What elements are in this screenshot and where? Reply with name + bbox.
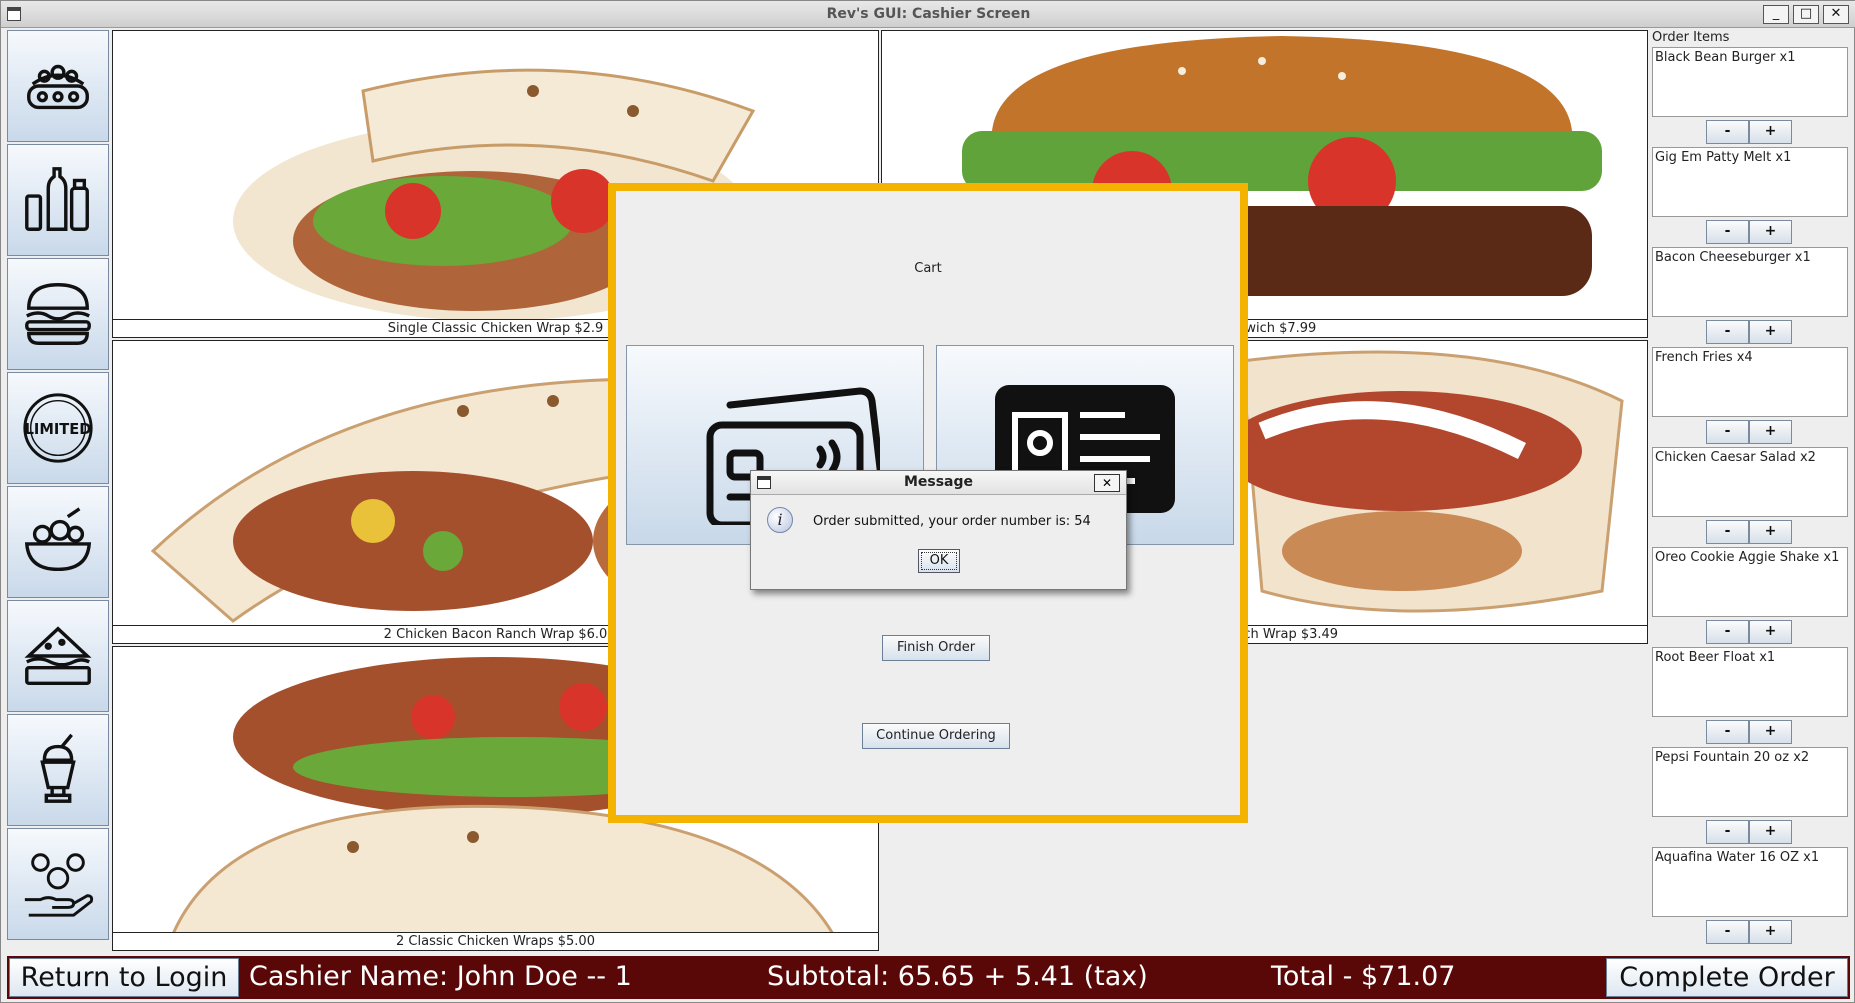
cashier-name: Cashier Name: John Doe -- 1 [249, 961, 632, 992]
limited-icon: LIMITED [23, 393, 93, 463]
message-text: Order submitted, your order number is: 5… [813, 514, 1091, 529]
order-item-name: Gig Em Patty Melt x1 [1655, 150, 1792, 165]
order-item: Root Beer Float x1 [1652, 647, 1848, 717]
decrement-button[interactable]: - [1706, 320, 1749, 344]
quantity-controls: - + [1706, 120, 1793, 144]
order-item-name: Chicken Caesar Salad x2 [1655, 450, 1816, 465]
info-icon: i [767, 507, 793, 533]
order-item-name: Root Beer Float x1 [1655, 650, 1776, 665]
order-item: Gig Em Patty Melt x1 [1652, 147, 1848, 217]
quantity-controls: - + [1706, 720, 1793, 744]
message-title: Message [903, 474, 974, 490]
order-item-name: Aquafina Water 16 OZ x1 [1655, 850, 1820, 865]
shakes-icon [40, 733, 76, 803]
category-limited-button[interactable]: LIMITED [7, 372, 109, 484]
order-item-name: Pepsi Fountain 20 oz x2 [1655, 750, 1810, 765]
maximize-button[interactable]: □ [1793, 5, 1819, 24]
increment-button[interactable]: + [1749, 120, 1792, 144]
cashier-window: Rev's GUI: Cashier Screen _ □ ✕ LIMITED … [0, 0, 1855, 1003]
increment-button[interactable]: + [1749, 220, 1792, 244]
decrement-button[interactable]: - [1706, 820, 1749, 844]
payment-icon [24, 853, 94, 917]
increment-button[interactable]: + [1749, 820, 1792, 844]
quantity-controls: - + [1706, 320, 1793, 344]
order-item-name: Oreo Cookie Aggie Shake x1 [1655, 550, 1840, 565]
message-title-bar: Message ✕ [751, 471, 1126, 495]
category-sidebar: LIMITED [7, 30, 109, 953]
message-dialog: Message ✕ i Order submitted, your order … [750, 470, 1127, 590]
ok-button[interactable]: OK [918, 549, 960, 573]
order-item: Chicken Caesar Salad x2 [1652, 447, 1848, 517]
quantity-controls: - + [1706, 920, 1793, 944]
increment-button[interactable]: + [1749, 420, 1792, 444]
bottom-status-bar: Return to Login Cashier Name: John Doe -… [7, 956, 1850, 999]
title-bar: Rev's GUI: Cashier Screen _ □ ✕ [1, 1, 1855, 28]
category-entrees-button[interactable] [7, 30, 109, 142]
order-item-name: Black Bean Burger x1 [1655, 50, 1796, 65]
category-payment-button[interactable] [7, 828, 109, 940]
quantity-controls: - + [1706, 220, 1793, 244]
quantity-controls: - + [1706, 420, 1793, 444]
continue-ordering-button[interactable]: Continue Ordering [862, 723, 1010, 749]
return-to-login-button[interactable]: Return to Login [9, 958, 239, 997]
drinks-icon [25, 167, 89, 231]
increment-button[interactable]: + [1749, 320, 1792, 344]
increment-button[interactable]: + [1749, 920, 1792, 944]
order-items-header: Order Items [1652, 30, 1730, 45]
menu-tile-caption: 2 Classic Chicken Wraps $5.00 [113, 932, 878, 950]
increment-button[interactable]: + [1749, 520, 1792, 544]
category-salads-button[interactable] [7, 486, 109, 598]
order-item-name: French Fries x4 [1655, 350, 1753, 365]
order-item: Oreo Cookie Aggie Shake x1 [1652, 547, 1848, 617]
decrement-button[interactable]: - [1706, 620, 1749, 644]
total-text: Total - $71.07 [1271, 961, 1456, 992]
category-shakes-button[interactable] [7, 714, 109, 826]
entrees-icon [27, 64, 89, 110]
increment-button[interactable]: + [1749, 620, 1792, 644]
category-burgers-button[interactable] [7, 258, 109, 370]
category-sandwiches-button[interactable] [7, 600, 109, 712]
order-item-name: Bacon Cheeseburger x1 [1655, 250, 1811, 265]
decrement-button[interactable]: - [1706, 720, 1749, 744]
order-item: Bacon Cheeseburger x1 [1652, 247, 1848, 317]
svg-text:LIMITED: LIMITED [25, 421, 92, 438]
salads-icon [24, 507, 92, 572]
category-drinks-button[interactable] [7, 144, 109, 256]
complete-order-button[interactable]: Complete Order [1606, 958, 1848, 997]
order-item: Black Bean Burger x1 [1652, 47, 1848, 117]
finish-order-button[interactable]: Finish Order [882, 635, 990, 661]
quantity-controls: - + [1706, 520, 1793, 544]
minimize-button[interactable]: _ [1763, 5, 1789, 24]
increment-button[interactable]: + [1749, 720, 1792, 744]
decrement-button[interactable]: - [1706, 420, 1749, 444]
order-item: Pepsi Fountain 20 oz x2 [1652, 747, 1848, 817]
order-item: Aquafina Water 16 OZ x1 [1652, 847, 1848, 917]
cart-title: Cart [914, 261, 942, 276]
sandwiches-icon [24, 626, 92, 686]
close-button[interactable]: ✕ [1823, 5, 1849, 24]
window-title: Rev's GUI: Cashier Screen [826, 6, 1031, 22]
order-items-panel: Order Items Black Bean Burger x1 - + Gig … [1650, 30, 1850, 953]
decrement-button[interactable]: - [1706, 920, 1749, 944]
burgers-icon [25, 283, 91, 345]
quantity-controls: - + [1706, 620, 1793, 644]
decrement-button[interactable]: - [1706, 520, 1749, 544]
subtotal-text: Subtotal: 65.65 + 5.41 (tax) [767, 961, 1148, 992]
decrement-button[interactable]: - [1706, 120, 1749, 144]
order-item: French Fries x4 [1652, 347, 1848, 417]
quantity-controls: - + [1706, 820, 1793, 844]
dialog-close-button[interactable]: ✕ [1094, 474, 1120, 492]
decrement-button[interactable]: - [1706, 220, 1749, 244]
